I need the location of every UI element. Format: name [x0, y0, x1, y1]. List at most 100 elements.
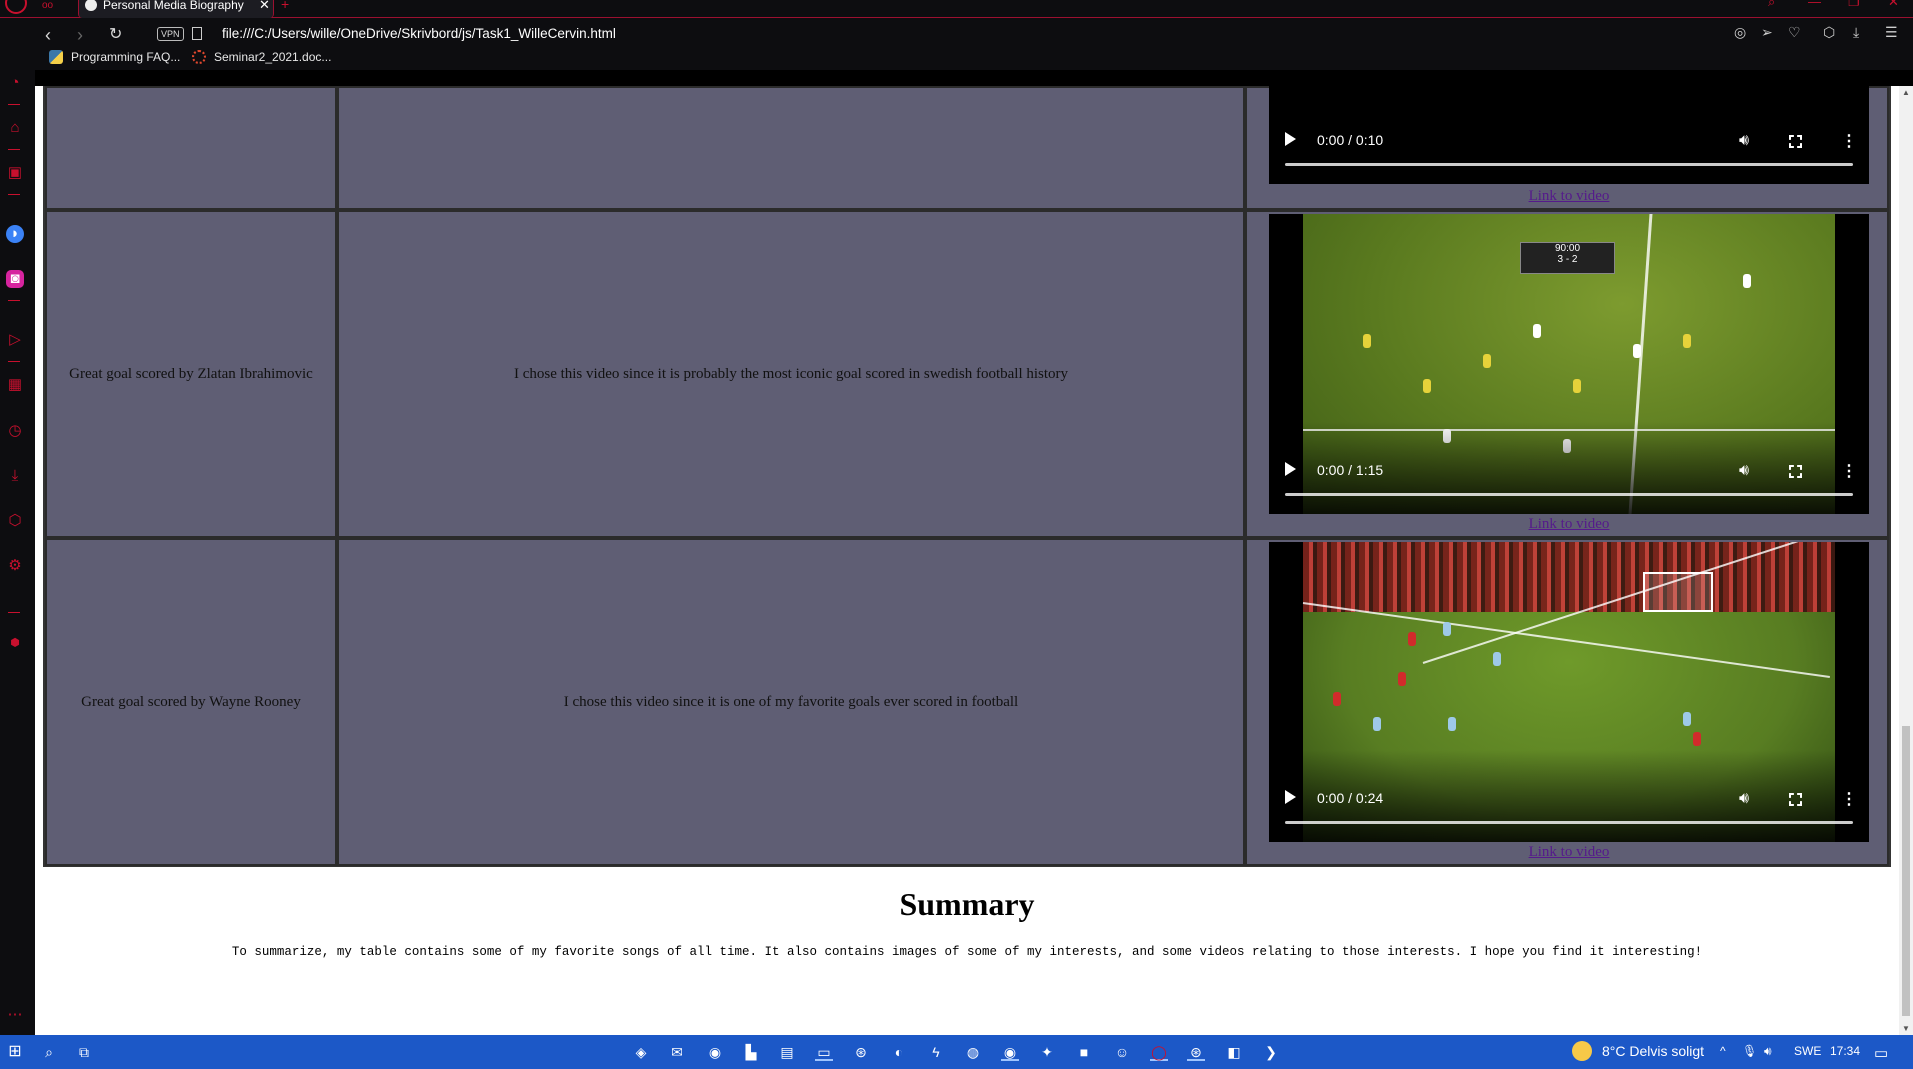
- app-icon-5[interactable]: ✦: [1038, 1043, 1056, 1061]
- file-explorer-icon[interactable]: ▭: [815, 1043, 833, 1061]
- fullscreen-icon[interactable]: [1789, 135, 1802, 148]
- reload-icon[interactable]: ↻: [109, 23, 122, 47]
- download-icon[interactable]: ⤓: [1853, 24, 1859, 41]
- opera-logo-icon[interactable]: [5, 0, 27, 14]
- player-figure: [1448, 717, 1456, 731]
- play-icon[interactable]: [1285, 132, 1296, 146]
- close-window-icon[interactable]: ✕: [1888, 0, 1899, 10]
- notepad-icon[interactable]: ▤: [778, 1043, 796, 1061]
- video-time: 0:00 / 0:10: [1317, 132, 1384, 148]
- bookmark-programming-faq[interactable]: Programming FAQ...: [49, 50, 180, 64]
- downloads-icon[interactable]: ⤓: [6, 467, 24, 485]
- video-link[interactable]: Link to video: [1269, 844, 1869, 861]
- play-icon[interactable]: [1285, 462, 1296, 476]
- app-icon-2[interactable]: ▙: [742, 1043, 760, 1061]
- speed-dial-icon[interactable]: ◔: [6, 74, 24, 92]
- extensions-cube-icon[interactable]: ⬡: [1823, 24, 1835, 41]
- video-progress-bar[interactable]: [1285, 493, 1853, 496]
- bookmark-label: Programming FAQ...: [71, 50, 181, 64]
- microphone-icon[interactable]: 🎙︎: [1742, 1044, 1757, 1058]
- page-viewport: Great goal scored by Zlatan Ibrahimovic …: [35, 86, 1913, 1035]
- more-icon[interactable]: ⋯: [6, 1006, 24, 1024]
- row-description-cell: I chose this video since it is probably …: [337, 210, 1245, 538]
- app-icon-1[interactable]: ◈: [632, 1043, 650, 1061]
- menu-icon[interactable]: ☰: [1885, 24, 1898, 41]
- fullscreen-icon[interactable]: [1789, 465, 1802, 478]
- speaker-icon[interactable]: 🔊︎: [1764, 1044, 1772, 1059]
- instagram-icon[interactable]: ◙: [6, 270, 24, 288]
- play-icon[interactable]: [1285, 790, 1296, 804]
- video-progress-bar[interactable]: [1285, 163, 1853, 166]
- row-description: I chose this video since it is one of my…: [563, 693, 1019, 710]
- scroll-up-icon[interactable]: ▲: [1902, 88, 1910, 97]
- search-tabs-icon[interactable]: ⌕: [1768, 0, 1775, 10]
- new-tab-icon[interactable]: +: [281, 0, 289, 12]
- ublock-icon[interactable]: ⬢: [6, 634, 24, 652]
- browser-tab[interactable]: Personal Media Biography ✕: [78, 0, 274, 18]
- app-icon-4[interactable]: ϟ: [927, 1043, 945, 1061]
- video-player[interactable]: 90:00 3 - 2 0:00 / 1:15 🔊︎ ⋮: [1269, 214, 1869, 514]
- windows-start-icon[interactable]: ⊞: [6, 1043, 24, 1061]
- url-input[interactable]: file:///C:/Users/wille/OneDrive/Skrivbor…: [222, 26, 616, 41]
- minimize-icon[interactable]: —: [1808, 0, 1821, 9]
- video-link[interactable]: Link to video: [1269, 516, 1869, 533]
- task-view-icon[interactable]: ⧉: [75, 1043, 93, 1061]
- twitch-icon[interactable]: ▣: [6, 164, 24, 182]
- messenger-icon[interactable]: ◗: [6, 225, 24, 243]
- scroll-down-icon[interactable]: ▼: [1902, 1024, 1910, 1033]
- player-icon[interactable]: ▷: [6, 331, 24, 349]
- more-options-icon[interactable]: ⋮: [1841, 134, 1857, 150]
- maximize-icon[interactable]: ❐: [1848, 0, 1860, 10]
- search-icon[interactable]: ⌕: [40, 1043, 58, 1061]
- workspaces-icon[interactable]: oo: [42, 0, 60, 14]
- send-icon[interactable]: ➢: [1761, 24, 1773, 41]
- more-options-icon[interactable]: ⋮: [1841, 792, 1857, 808]
- steam-taskbar-icon[interactable]: ⊛: [1187, 1043, 1205, 1061]
- row-description-cell: I chose this video since it is one of my…: [337, 538, 1245, 866]
- player-figure: [1443, 622, 1451, 636]
- vpn-badge[interactable]: VPN: [157, 27, 184, 41]
- close-tab-icon[interactable]: ✕: [259, 0, 270, 13]
- snapshot-icon[interactable]: ◎: [1734, 24, 1746, 41]
- scroll-thumb[interactable]: [1902, 726, 1910, 1016]
- epic-icon[interactable]: ■: [1075, 1043, 1093, 1061]
- spotify-icon[interactable]: ◉: [1001, 1043, 1019, 1061]
- bookmark-seminar2[interactable]: Seminar2_2021.doc...: [192, 50, 331, 64]
- fullscreen-icon[interactable]: [1789, 793, 1802, 806]
- page-scrollbar[interactable]: ▲ ▼: [1899, 86, 1913, 1035]
- forward-icon[interactable]: ›: [77, 23, 83, 47]
- tabs-grid-icon[interactable]: ▦: [6, 376, 24, 394]
- mail-icon[interactable]: ✉: [668, 1043, 686, 1061]
- opera-taskbar-icon[interactable]: ◯: [1150, 1043, 1168, 1061]
- video-progress-bar[interactable]: [1285, 821, 1853, 824]
- back-icon[interactable]: ‹: [45, 23, 51, 47]
- video-link[interactable]: Link to video: [1269, 188, 1869, 205]
- video-player[interactable]: 0:00 / 0:24 🔊︎ ⋮: [1269, 542, 1869, 842]
- language-indicator[interactable]: SWE: [1794, 1044, 1821, 1058]
- summary-text: To summarize, my table contains some of …: [231, 945, 1703, 959]
- shopping-bag-icon[interactable]: ⌂: [6, 119, 24, 137]
- volume-icon[interactable]: 🔊︎: [1739, 790, 1749, 808]
- history-icon[interactable]: ◷: [6, 422, 24, 440]
- steam-icon[interactable]: ⊛: [852, 1043, 870, 1061]
- more-options-icon[interactable]: ⋮: [1841, 464, 1857, 480]
- clock[interactable]: 17:34: [1830, 1044, 1860, 1058]
- github-icon[interactable]: ◍: [964, 1043, 982, 1061]
- app-icon-3[interactable]: ◐: [890, 1043, 908, 1061]
- heart-icon[interactable]: ♡: [1788, 24, 1801, 41]
- tray-chevron-icon[interactable]: ^: [1720, 1044, 1726, 1058]
- player-figure: [1493, 652, 1501, 666]
- app-icon-6[interactable]: ◧: [1225, 1043, 1243, 1061]
- vscode-icon[interactable]: ❯: [1262, 1043, 1280, 1061]
- video-controls: 0:00 / 0:10 🔊︎ ⋮: [1269, 92, 1869, 184]
- weather-widget[interactable]: 8°C Delvis soligt: [1572, 1041, 1704, 1061]
- discord-icon[interactable]: ☺: [1113, 1043, 1131, 1061]
- extensions-icon[interactable]: ⬡: [6, 512, 24, 530]
- media-table: Great goal scored by Zlatan Ibrahimovic …: [43, 86, 1891, 867]
- volume-icon[interactable]: 🔊︎: [1739, 462, 1749, 480]
- video-player[interactable]: 0:00 / 0:10 🔊︎ ⋮: [1269, 86, 1869, 184]
- settings-gear-icon[interactable]: ⚙: [6, 557, 24, 575]
- chrome-icon[interactable]: ◉: [706, 1043, 724, 1061]
- volume-icon[interactable]: 🔊︎: [1739, 132, 1749, 150]
- notifications-icon[interactable]: ▭: [1874, 1044, 1888, 1062]
